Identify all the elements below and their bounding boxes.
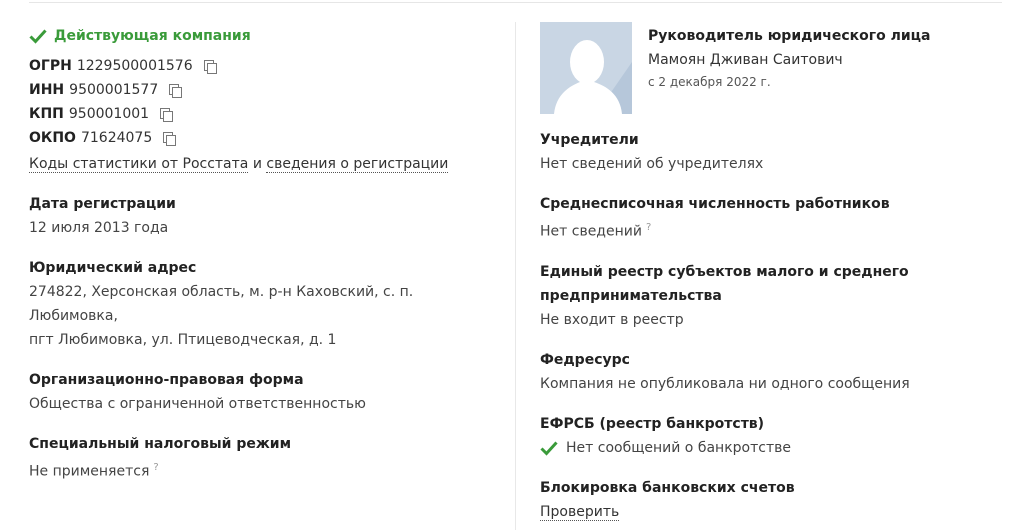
ogrn-row: ОГРН 1229500001576 <box>29 54 499 78</box>
legal-form-value: Общества с ограниченной ответственностью <box>29 396 366 412</box>
bank-block-block: Блокировка банковских счетов Проверить <box>540 476 1010 524</box>
legal-form-label: Организационно-правовая форма <box>29 372 304 388</box>
employees-block: Среднесписочная численность работников Н… <box>540 192 1010 244</box>
top-divider <box>29 2 1002 3</box>
kpp-value: 950001001 <box>68 106 150 122</box>
inn-row: ИНН 9500001577 <box>29 78 499 102</box>
founders-block: Учредители Нет сведений об учредителях <box>540 128 1010 176</box>
sme-registry-value: Не входит в реестр <box>540 311 684 328</box>
copy-icon[interactable] <box>168 83 183 98</box>
tax-regime-value: Не применяется <box>29 463 150 480</box>
efrsb-label: ЕФРСБ (реестр банкротств) <box>540 415 765 432</box>
sme-registry-label-line1: Единый реестр субъектов малого и среднег… <box>540 263 909 280</box>
ogrn-key: ОГРН <box>29 58 72 74</box>
head-title: Руководитель юридического лица <box>648 28 931 44</box>
help-icon[interactable]: ? <box>153 462 158 473</box>
kpp-key: КПП <box>29 106 64 122</box>
ogrn-value: 1229500001576 <box>76 58 193 74</box>
fedresurs-label: Федресурс <box>540 351 630 368</box>
head-name: Мамоян Дживан Саитович <box>648 52 843 68</box>
head-info: Руководитель юридического лица Мамоян Дж… <box>648 22 930 114</box>
employees-label: Среднесписочная численность работников <box>540 196 890 212</box>
copy-icon[interactable] <box>159 107 174 122</box>
person-silhouette-icon <box>540 22 632 114</box>
stats-links: Коды статистики от Росстата и сведения о… <box>29 152 499 176</box>
inn-value: 9500001577 <box>69 82 159 98</box>
legal-address-block: Юридический адрес 274822, Херсонская обл… <box>29 256 499 352</box>
fedresurs-block: Федресурс Компания не опубликовала ни од… <box>540 348 1010 396</box>
company-status: Действующая компания <box>29 24 499 48</box>
legal-form-block: Организационно-правовая форма Общества с… <box>29 368 499 416</box>
rosstat-codes-link[interactable]: Коды статистики от Росстата <box>29 156 249 173</box>
efrsb-value: Нет сообщений о банкротстве <box>566 439 791 456</box>
links-conjunction: и <box>252 156 262 172</box>
head-since: с 2 декабря 2022 г. <box>648 75 771 89</box>
inn-key: ИНН <box>29 82 65 98</box>
registration-info-link[interactable]: сведения о регистрации <box>266 156 449 173</box>
bank-block-link-row: Проверить <box>540 500 1010 524</box>
check-icon <box>29 27 47 45</box>
bank-block-label: Блокировка банковских счетов <box>540 479 795 496</box>
head-of-company: Руководитель юридического лица Мамоян Дж… <box>540 22 1010 114</box>
employees-value-row: Нет сведений? <box>540 216 1010 244</box>
tax-regime-label: Специальный налоговый режим <box>29 436 292 452</box>
help-icon[interactable]: ? <box>646 222 651 233</box>
tax-regime-value-row: Не применяется? <box>29 456 499 484</box>
fedresurs-value: Компания не опубликовала ни одного сообщ… <box>540 375 910 392</box>
registration-date-value: 12 июля 2013 года <box>29 220 169 236</box>
efrsb-status: Нет сообщений о банкротстве <box>540 436 1010 460</box>
registration-date-label: Дата регистрации <box>29 196 176 212</box>
founders-value: Нет сведений об учредителях <box>540 156 764 172</box>
okpo-value: 71624075 <box>80 130 153 146</box>
tax-regime-block: Специальный налоговый режим Не применяет… <box>29 432 499 484</box>
registration-date-block: Дата регистрации 12 июля 2013 года <box>29 192 499 240</box>
sme-registry-label-line2: предпринимательства <box>540 287 722 304</box>
column-divider <box>515 22 516 530</box>
okpo-row: ОКПО 71624075 <box>29 126 499 150</box>
efrsb-block: ЕФРСБ (реестр банкротств) Нет сообщений … <box>540 412 1010 460</box>
company-codes: ОГРН 1229500001576 ИНН 9500001577 КПП 95… <box>29 54 499 150</box>
okpo-key: ОКПО <box>29 130 76 146</box>
left-column: Действующая компания ОГРН 1229500001576 … <box>29 24 499 484</box>
legal-address-line2: пгт Любимовка, ул. Птицеводческая, д. 1 <box>29 332 337 348</box>
kpp-row: КПП 950001001 <box>29 102 499 126</box>
legal-address-line1: 274822, Херсонская область, м. р-н Кахов… <box>29 284 414 324</box>
right-column: Руководитель юридического лица Мамоян Дж… <box>540 22 1010 524</box>
legal-address-label: Юридический адрес <box>29 260 197 276</box>
employees-value: Нет сведений <box>540 223 642 240</box>
status-label: Действующая компания <box>54 28 251 44</box>
avatar <box>540 22 632 114</box>
copy-icon[interactable] <box>162 131 177 146</box>
founders-label: Учредители <box>540 132 639 148</box>
copy-icon[interactable] <box>203 59 217 74</box>
check-bank-block-link[interactable]: Проверить <box>540 503 620 521</box>
sme-registry-block: Единый реестр субъектов малого и среднег… <box>540 260 1010 332</box>
check-icon <box>540 439 558 457</box>
